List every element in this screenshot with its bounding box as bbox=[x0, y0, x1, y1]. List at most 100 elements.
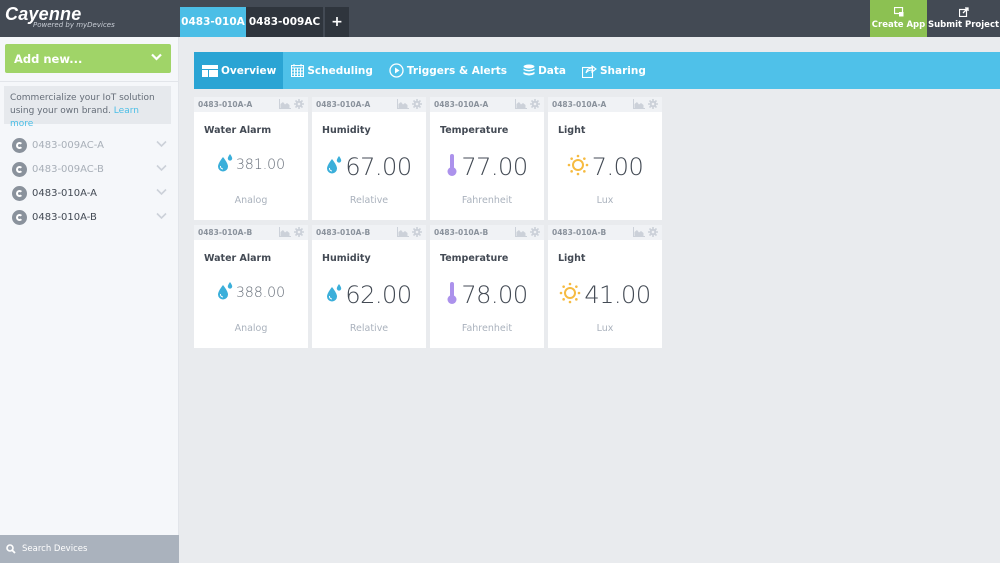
chart-icon[interactable] bbox=[279, 227, 291, 237]
promo-box: Commercialize your IoT solution using yo… bbox=[4, 86, 171, 129]
device-name: 0483-009AC-B bbox=[32, 163, 104, 175]
widget-card[interactable]: 0483-010A-A Water Alarm 381.00 Analog bbox=[194, 97, 308, 220]
device-list: 0483-009AC-A 0483-009AC-B 0483-010A-A 04… bbox=[0, 133, 179, 229]
play-circle-icon bbox=[389, 63, 404, 78]
widget-device-name: 0483-010A-A bbox=[316, 100, 371, 109]
search-devices-input[interactable]: Search Devices bbox=[0, 535, 179, 563]
add-new-dropdown[interactable]: Add new... bbox=[5, 44, 171, 73]
chart-icon[interactable] bbox=[515, 227, 527, 237]
widget-value-row: 388.00 bbox=[194, 281, 308, 305]
widget-value-row: 381.00 bbox=[194, 153, 308, 177]
widget-card[interactable]: 0483-010A-B Water Alarm 388.00 Analog bbox=[194, 225, 308, 348]
device-icon bbox=[12, 185, 27, 201]
chevron-down-icon[interactable] bbox=[156, 188, 167, 196]
widget-device-name: 0483-010A-B bbox=[316, 228, 371, 237]
widget-card[interactable]: 0483-010A-A Humidity 67.00 Relative bbox=[312, 97, 426, 220]
tab-triggers-alerts-label: Triggers & Alerts bbox=[406, 64, 508, 77]
tab-overview[interactable]: Overview bbox=[194, 52, 284, 89]
widget-value: 77.00 bbox=[461, 153, 528, 181]
widget-value-row: 78.00 bbox=[430, 281, 544, 309]
widget-value: 381.00 bbox=[236, 157, 285, 173]
water-drop-icon bbox=[326, 155, 342, 179]
tab-sharing[interactable]: Sharing bbox=[574, 52, 654, 89]
tab-data[interactable]: Data bbox=[515, 52, 574, 89]
device-item[interactable]: 0483-010A-A bbox=[0, 181, 179, 205]
chart-icon[interactable] bbox=[633, 99, 645, 109]
tab-0483-010a[interactable]: 0483-010A bbox=[180, 7, 246, 37]
widget-value: 62.00 bbox=[345, 281, 412, 309]
widget-card[interactable]: 0483-010A-A Temperature 77.00 Fahrenheit bbox=[430, 97, 544, 220]
widget-title: Humidity bbox=[322, 253, 371, 264]
widget-device-name: 0483-010A-B bbox=[198, 228, 253, 237]
widget-title: Humidity bbox=[322, 125, 371, 136]
chart-icon[interactable] bbox=[633, 227, 645, 237]
widget-title: Light bbox=[558, 253, 586, 264]
calendar-icon bbox=[291, 64, 305, 77]
device-item[interactable]: 0483-009AC-A bbox=[0, 133, 179, 157]
device-name: 0483-009AC-A bbox=[32, 139, 105, 151]
gear-icon[interactable] bbox=[530, 227, 540, 237]
tab-sharing-label: Sharing bbox=[599, 64, 646, 77]
tab-0483-009ac[interactable]: 0483-009AC bbox=[246, 7, 323, 37]
widget-title: Water Alarm bbox=[204, 253, 272, 264]
chart-icon[interactable] bbox=[397, 227, 409, 237]
widget-card[interactable]: 0483-010A-A Light 7.00 Lux bbox=[548, 97, 662, 220]
chevron-down-icon[interactable] bbox=[156, 212, 167, 220]
widget-device-name: 0483-010A-B bbox=[552, 228, 607, 237]
gear-icon[interactable] bbox=[648, 227, 658, 237]
widget-unit: Fahrenheit bbox=[461, 323, 513, 334]
widget-tools bbox=[279, 227, 304, 237]
thermometer-icon bbox=[446, 153, 458, 181]
tab-triggers-alerts[interactable]: Triggers & Alerts bbox=[381, 52, 515, 89]
submit-project-button[interactable]: Submit Project bbox=[927, 0, 1000, 37]
sidebar-divider bbox=[0, 81, 179, 82]
chart-icon[interactable] bbox=[515, 99, 527, 109]
chart-icon[interactable] bbox=[279, 99, 291, 109]
widget-header: 0483-010A-B bbox=[430, 225, 544, 240]
widget-value-row: 7.00 bbox=[548, 153, 662, 181]
widget-title: Temperature bbox=[440, 125, 509, 136]
widget-card[interactable]: 0483-010A-B Light 41.00 Lux bbox=[548, 225, 662, 348]
device-icon bbox=[12, 137, 27, 153]
widget-value: 41.00 bbox=[584, 281, 651, 309]
add-tab-button[interactable]: + bbox=[325, 7, 349, 37]
widget-tools bbox=[633, 227, 658, 237]
widget-title: Temperature bbox=[440, 253, 509, 264]
widget-grid: 0483-010A-A Water Alarm 381.00 Analog 04… bbox=[194, 97, 662, 348]
widget-unit: Analog bbox=[234, 323, 268, 334]
chart-icon[interactable] bbox=[397, 99, 409, 109]
widget-card[interactable]: 0483-010A-B Temperature 78.00 Fahrenheit bbox=[430, 225, 544, 348]
create-app-icon bbox=[893, 7, 903, 17]
sun-icon bbox=[567, 154, 589, 180]
widget-value-row: 62.00 bbox=[312, 281, 426, 309]
widget-unit: Relative bbox=[349, 323, 389, 334]
widget-tools bbox=[515, 99, 540, 109]
gear-icon[interactable] bbox=[412, 99, 422, 109]
device-icon bbox=[12, 161, 27, 177]
widget-title: Water Alarm bbox=[204, 125, 272, 136]
chevron-down-icon[interactable] bbox=[156, 164, 167, 172]
widget-card[interactable]: 0483-010A-B Humidity 62.00 Relative bbox=[312, 225, 426, 348]
device-name: 0483-010A-B bbox=[32, 211, 97, 223]
widget-unit: Lux bbox=[596, 323, 614, 334]
widget-value: 67.00 bbox=[345, 153, 412, 181]
create-app-button[interactable]: Create App bbox=[870, 0, 927, 37]
water-drop-icon bbox=[326, 283, 342, 307]
top-bar: Cayenne Powered by myDevices 0483-010A 0… bbox=[0, 0, 1000, 37]
widget-device-name: 0483-010A-A bbox=[552, 100, 607, 109]
widget-device-name: 0483-010A-A bbox=[198, 100, 253, 109]
gear-icon[interactable] bbox=[294, 99, 304, 109]
device-item[interactable]: 0483-009AC-B bbox=[0, 157, 179, 181]
gear-icon[interactable] bbox=[530, 99, 540, 109]
widget-value: 78.00 bbox=[461, 281, 528, 309]
sun-icon bbox=[559, 282, 581, 308]
chevron-down-icon[interactable] bbox=[156, 140, 167, 148]
widget-unit: Analog bbox=[234, 195, 268, 206]
gear-icon[interactable] bbox=[412, 227, 422, 237]
device-item[interactable]: 0483-010A-B bbox=[0, 205, 179, 229]
logo[interactable]: Cayenne Powered by myDevices bbox=[5, 4, 115, 29]
tab-scheduling[interactable]: Scheduling bbox=[283, 52, 381, 89]
gear-icon[interactable] bbox=[294, 227, 304, 237]
gear-icon[interactable] bbox=[648, 99, 658, 109]
logo-subtitle: Powered by myDevices bbox=[33, 21, 115, 29]
